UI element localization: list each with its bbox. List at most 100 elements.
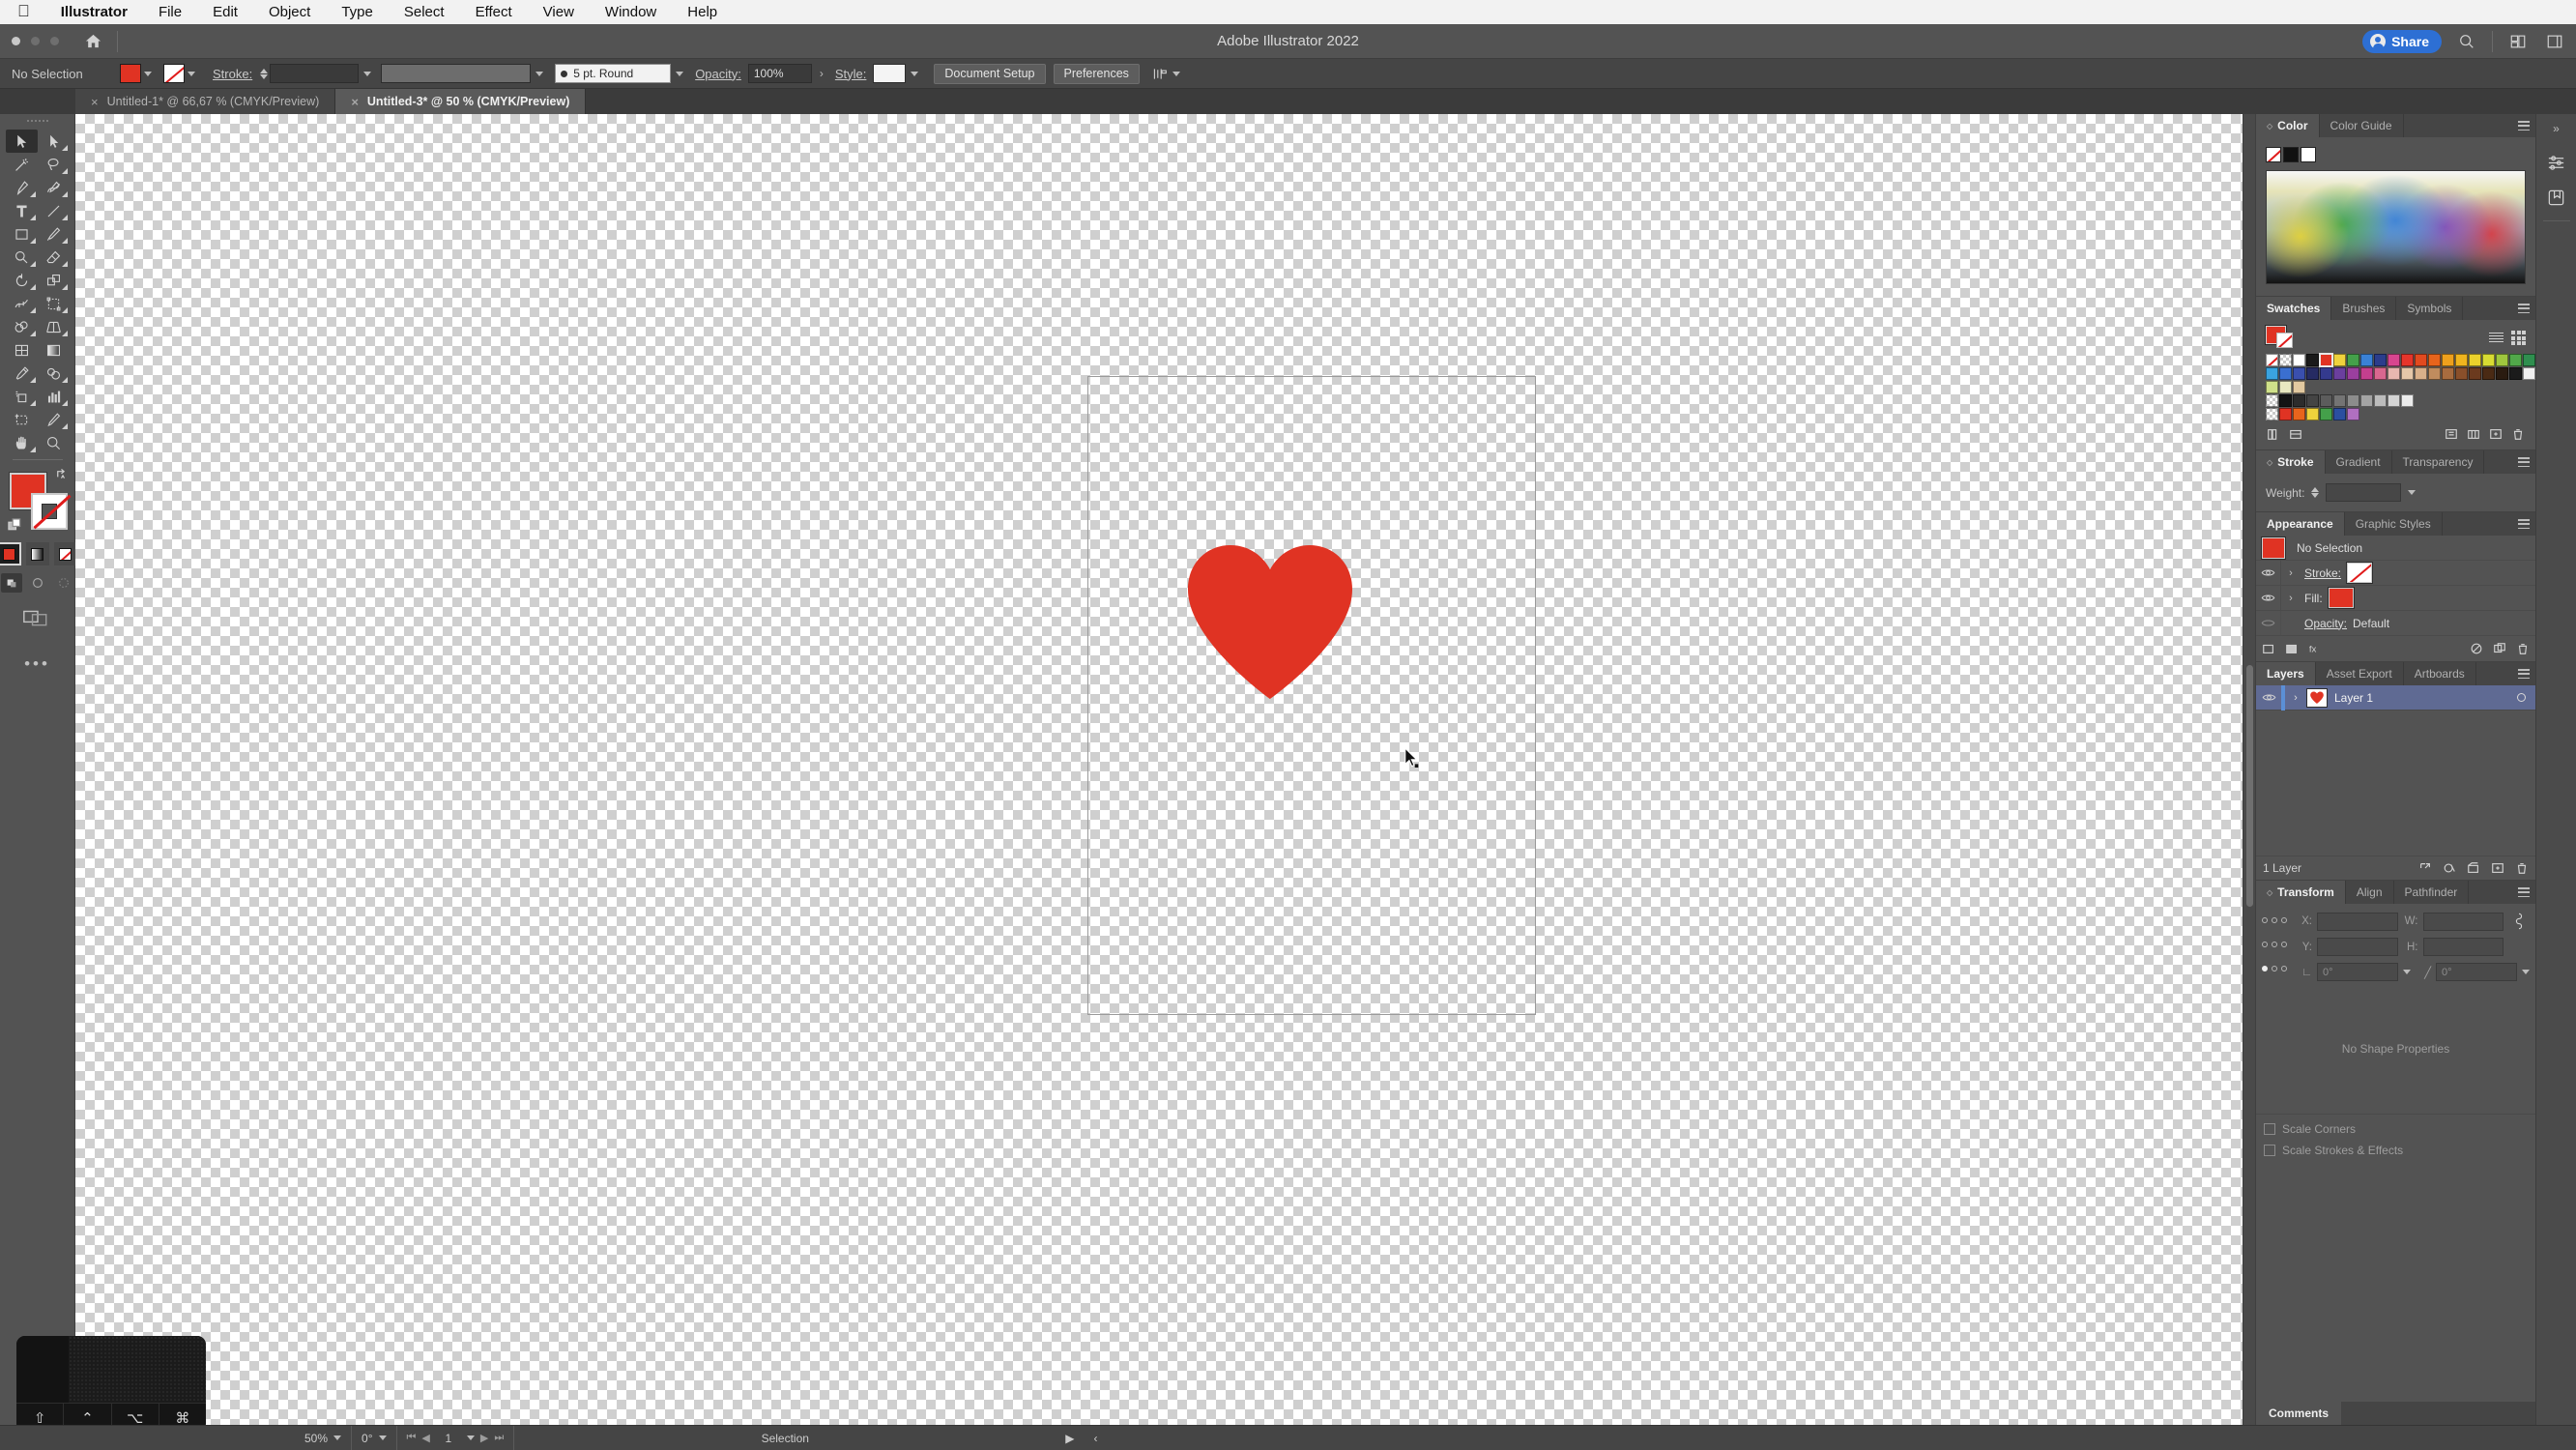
swatch-registration[interactable] xyxy=(2266,408,2278,420)
show-swatch-kinds-icon[interactable] xyxy=(2289,427,2302,441)
swatch-color[interactable] xyxy=(2279,408,2292,420)
add-new-fill-icon[interactable] xyxy=(2285,642,2299,655)
swatch-color[interactable] xyxy=(2469,367,2481,380)
draw-behind-button[interactable] xyxy=(27,573,48,593)
rotate-tool[interactable] xyxy=(6,269,38,292)
artboard-tool[interactable] xyxy=(6,408,38,431)
pen-tool[interactable] xyxy=(6,176,38,199)
properties-panel-icon[interactable] xyxy=(2541,147,2572,178)
swatch-color[interactable] xyxy=(2347,367,2359,380)
magic-wand-tool[interactable] xyxy=(6,153,38,176)
new-color-group-icon[interactable] xyxy=(2467,427,2480,441)
arrange-documents-icon[interactable] xyxy=(2506,30,2530,53)
swatch-color[interactable] xyxy=(2455,354,2468,366)
swatches-panel-menu-icon[interactable] xyxy=(2518,304,2530,313)
layers-panel-menu-icon[interactable] xyxy=(2518,669,2530,679)
swatch-color[interactable] xyxy=(2360,394,2373,407)
scale-corners-row[interactable]: Scale Corners xyxy=(2256,1118,2535,1140)
tab-stroke[interactable]: ◇ Stroke xyxy=(2256,450,2326,474)
close-tab-icon[interactable]: × xyxy=(91,95,99,109)
color-mode-button[interactable] xyxy=(0,542,21,566)
scale-tool[interactable] xyxy=(38,269,70,292)
artboard-navigation[interactable]: ⏮ ◀ 1 ▶ ⏭ xyxy=(397,1425,515,1450)
delete-item-icon[interactable] xyxy=(2516,642,2530,655)
shear-angle-input[interactable]: 0° xyxy=(2436,963,2517,981)
perspective-grid-tool[interactable] xyxy=(38,315,70,338)
swatch-color[interactable] xyxy=(2306,354,2319,366)
slice-tool[interactable] xyxy=(38,408,70,431)
tab-color[interactable]: ◇ Color xyxy=(2256,114,2320,137)
grid-view-icon[interactable] xyxy=(2511,331,2526,345)
list-view-icon[interactable] xyxy=(2489,331,2504,344)
status-resize-icon[interactable]: ‹ xyxy=(1085,1426,1108,1450)
swatch-color[interactable] xyxy=(2293,354,2305,366)
gradient-mode-button[interactable] xyxy=(25,542,49,566)
zoom-level-control[interactable]: 50% xyxy=(295,1425,353,1450)
swatch-color[interactable] xyxy=(2509,354,2522,366)
swatch-color[interactable] xyxy=(2279,367,2292,380)
document-tab-2[interactable]: × Untitled-3* @ 50 % (CMYK/Preview) xyxy=(335,89,587,114)
artboard-prev-icon[interactable]: ◀ xyxy=(421,1432,429,1444)
tab-transparency[interactable]: Transparency xyxy=(2391,450,2485,474)
color-panel-menu-icon[interactable] xyxy=(2518,121,2530,130)
stroke-weight-chevron-down-icon[interactable] xyxy=(363,71,372,76)
swatch-color[interactable] xyxy=(2347,394,2359,407)
menu-select[interactable]: Select xyxy=(389,4,460,20)
visibility-eye-icon[interactable] xyxy=(2256,585,2281,611)
white-swatch[interactable] xyxy=(2301,147,2316,162)
swatch-color[interactable] xyxy=(2428,367,2441,380)
stroke-chevron-down-icon[interactable] xyxy=(188,71,195,76)
swatch-color[interactable] xyxy=(2388,354,2400,366)
swatch-color[interactable] xyxy=(2401,367,2414,380)
swatch-color[interactable] xyxy=(2455,367,2468,380)
angle-chevron-down-icon[interactable] xyxy=(2403,970,2411,974)
share-button[interactable]: Share xyxy=(2362,30,2442,53)
swatch-color[interactable] xyxy=(2388,394,2400,407)
artboard-last-icon[interactable]: ⏭ xyxy=(494,1432,504,1444)
line-segment-tool[interactable] xyxy=(38,199,70,222)
tab-appearance[interactable]: Appearance xyxy=(2256,512,2345,536)
fill-chevron-down-icon[interactable] xyxy=(144,71,152,76)
clear-appearance-icon[interactable] xyxy=(2470,642,2483,655)
swatch-color[interactable] xyxy=(2333,408,2346,420)
duplicate-item-icon[interactable] xyxy=(2493,642,2506,655)
make-clipping-mask-icon[interactable] xyxy=(2443,861,2456,875)
layer-name[interactable]: Layer 1 xyxy=(2334,691,2517,705)
swatch-none[interactable] xyxy=(2266,354,2278,366)
search-icon[interactable] xyxy=(2455,30,2478,53)
opacity-input[interactable]: 100% xyxy=(747,64,812,83)
constrain-proportions-icon[interactable] xyxy=(2508,912,2530,931)
swatch-registration[interactable] xyxy=(2279,354,2292,366)
heart-shape[interactable] xyxy=(1182,536,1358,701)
zoom-chevron-down-icon[interactable] xyxy=(333,1436,342,1440)
style-chevron-down-icon[interactable] xyxy=(911,71,919,76)
none-swatch[interactable] xyxy=(2266,147,2281,162)
blend-tool[interactable] xyxy=(38,362,70,385)
artboard-next-icon[interactable]: ▶ xyxy=(480,1432,488,1444)
stroke-weight-stepper[interactable] xyxy=(2311,487,2320,498)
stroke-swatch[interactable] xyxy=(163,64,185,83)
swatch-color[interactable] xyxy=(2347,354,2359,366)
screen-mode-button[interactable] xyxy=(21,606,54,633)
home-icon[interactable] xyxy=(80,29,105,54)
visibility-eye-icon[interactable] xyxy=(2256,610,2281,636)
stroke-weight-input[interactable] xyxy=(270,64,360,83)
appearance-opacity-value[interactable]: Default xyxy=(2347,617,2389,630)
eraser-tool[interactable] xyxy=(38,246,70,269)
stroke-brush-definition[interactable]: 5 pt. Round xyxy=(555,64,672,83)
swatch-color[interactable] xyxy=(2320,367,2332,380)
tab-layers[interactable]: Layers xyxy=(2256,662,2316,685)
panel-collapse-icon[interactable]: ◇ xyxy=(2267,888,2272,897)
create-new-sublayer-icon[interactable] xyxy=(2467,861,2480,875)
delete-selection-icon[interactable] xyxy=(2515,861,2529,875)
swatch-color[interactable] xyxy=(2442,367,2454,380)
swatch-color[interactable] xyxy=(2428,354,2441,366)
scale-strokes-row[interactable]: Scale Strokes & Effects xyxy=(2256,1140,2535,1161)
tab-pathfinder[interactable]: Pathfinder xyxy=(2393,881,2470,904)
gradient-tool[interactable] xyxy=(38,338,70,362)
swatch-color[interactable] xyxy=(2509,367,2522,380)
fill-swatch[interactable] xyxy=(120,64,141,83)
swatch-color[interactable] xyxy=(2374,354,2387,366)
tool-status[interactable]: Selection xyxy=(514,1426,1056,1450)
swatch-libraries-icon[interactable] xyxy=(2267,427,2280,441)
